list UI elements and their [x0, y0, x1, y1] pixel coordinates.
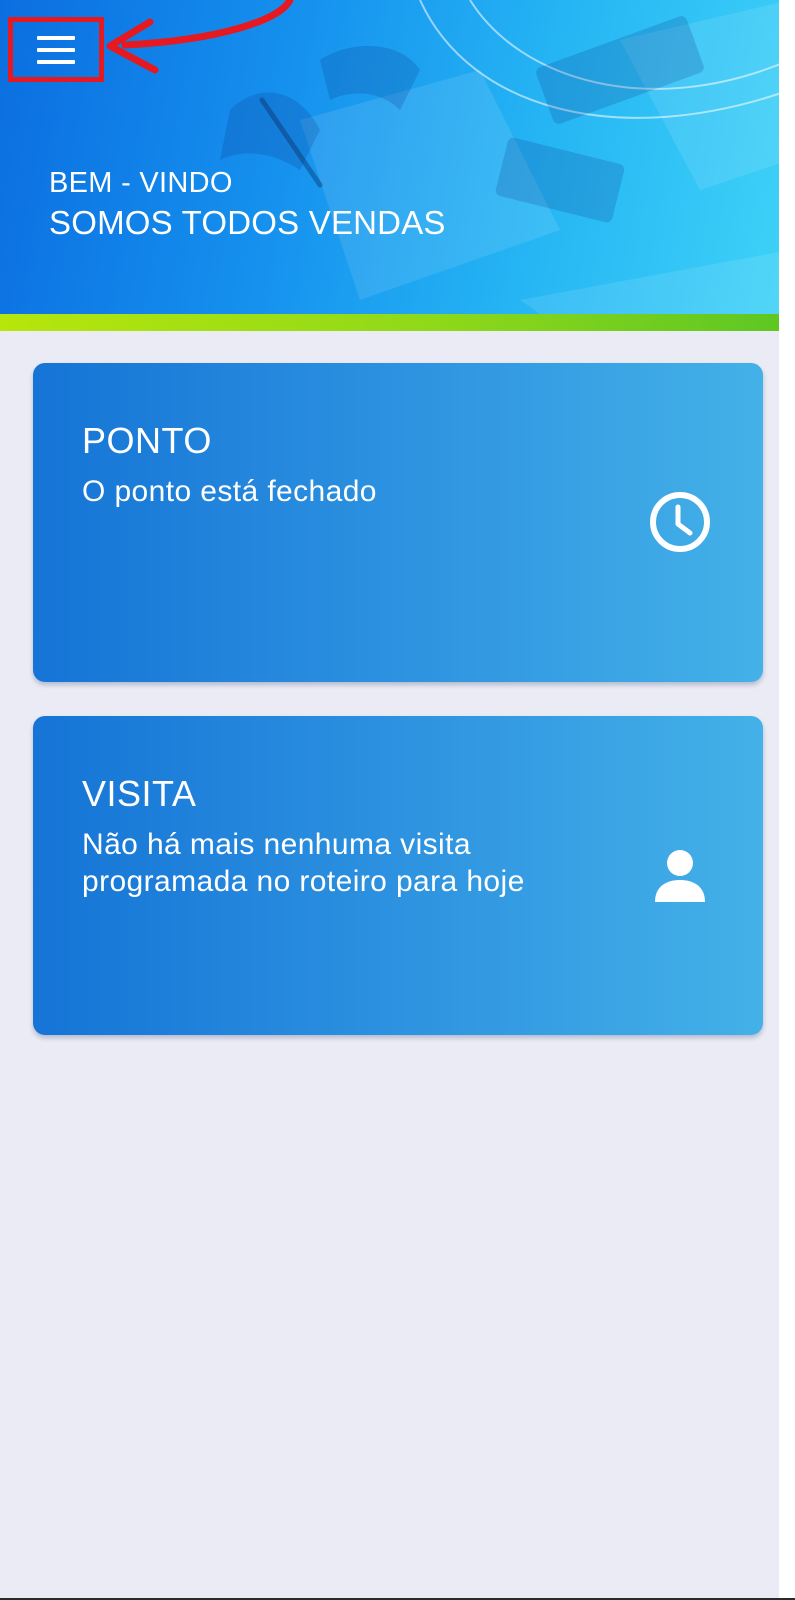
- ponto-card-title: PONTO: [82, 420, 212, 461]
- ponto-card-status: O ponto está fechado: [82, 475, 377, 508]
- welcome-text: BEM - VINDO: [49, 167, 233, 199]
- red-arrow-annotation: [106, 0, 294, 74]
- menu-button[interactable]: [8, 17, 104, 82]
- header-accent-strip: [0, 314, 795, 331]
- visita-card-title: VISITA: [82, 773, 197, 814]
- ponto-card[interactable]: PONTO O ponto está fechado: [33, 363, 763, 682]
- header-subtitle: SOMOS TODOS VENDAS: [49, 204, 446, 241]
- visita-card-status: Não há mais nenhuma visita programada no…: [82, 828, 525, 898]
- screen-edge: [779, 0, 795, 1600]
- visita-card[interactable]: VISITA Não há mais nenhuma visita progra…: [33, 716, 763, 1035]
- hamburger-menu-icon: [37, 35, 75, 64]
- header-banner: BEM - VINDO SOMOS TODOS VENDAS: [0, 0, 795, 314]
- person-icon: [655, 850, 705, 902]
- clock-icon: [650, 492, 710, 552]
